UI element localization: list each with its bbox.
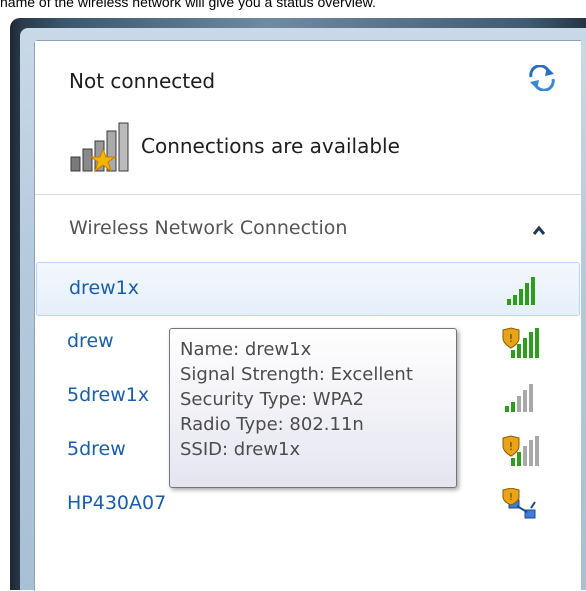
tooltip-radio-type: Radio Type: 802.11n [180,414,364,435]
tooltip-name: Name: drew1x [180,339,312,360]
collapse-chevron-icon[interactable] [527,219,551,243]
connection-status-section: Not connected Connections are available [35,41,581,195]
network-item-drew1x[interactable]: drew1x [36,262,580,316]
section-title: Wireless Network Connection [69,217,348,239]
secured-signal-icon: ! [502,327,539,358]
refresh-icon[interactable] [527,65,557,91]
connections-available-text: Connections are available [141,134,400,158]
network-name: 5drew [67,438,126,460]
adhoc-network-icon: ! [502,488,536,519]
page-caption: name of the wireless network will give y… [0,0,376,10]
svg-text:!: ! [509,332,513,345]
tooltip-security-type: Security Type: WPA2 [180,389,365,410]
signal-star-icon [70,122,129,173]
network-name: drew1x [69,277,140,299]
tooltip-ssid: SSID: drew1x [180,439,301,460]
network-name: HP430A07 [67,492,167,514]
network-details-tooltip: Name: drew1x Signal Strength: Excellent … [169,328,457,488]
network-flyout-panel: Not connected Connections are available … [34,40,581,591]
connection-status-text: Not connected [69,69,216,93]
secured-signal-icon: ! [502,435,539,466]
svg-text:!: ! [509,492,513,503]
signal-bars-icon [507,277,535,305]
tooltip-signal-strength: Signal Strength: Excellent [180,364,413,385]
svg-text:!: ! [509,440,513,453]
network-name: 5drew1x [67,384,150,406]
signal-bars-icon [505,384,533,412]
network-name: drew [67,330,114,352]
